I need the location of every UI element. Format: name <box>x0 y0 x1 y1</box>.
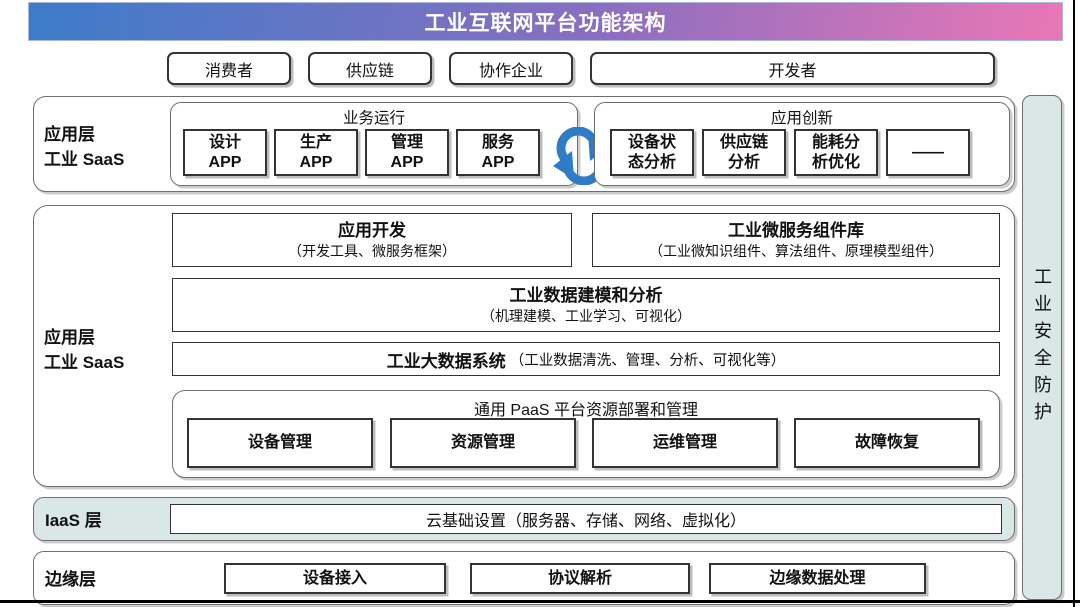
app-item-design-label: 设计 APP <box>209 133 242 172</box>
actor-label-partner-enterprise: 协作企业 <box>479 57 543 81</box>
paas-item-ops-management: 运维管理 <box>592 418 778 468</box>
box-big-data-subtitle: （工业数据清洗、管理、分析、可视化等） <box>510 349 786 370</box>
title-banner: 工业互联网平台功能架构 <box>28 2 1063 41</box>
box-data-modeling-subtitle: （机理建模、工业学习、可视化） <box>481 307 691 325</box>
layer-label-saas-top: 应用层 工业 SaaS <box>44 123 166 172</box>
innovation-item-placeholder-label: —— <box>912 143 944 163</box>
app-item-management: 管理 APP <box>365 129 449 176</box>
edge-item-device-access-label: 设备接入 <box>303 569 367 589</box>
group-title-business-run: 业务运行 <box>170 106 578 128</box>
innovation-item-supply-chain-analysis-label: 供应链 分析 <box>720 133 768 172</box>
edge-item-edge-data-processing: 边缘数据处理 <box>709 563 926 594</box>
box-data-modeling: 工业数据建模和分析 （机理建模、工业学习、可视化） <box>172 278 1000 332</box>
app-item-design: 设计 APP <box>183 129 267 176</box>
layer-label-saas-main: 应用层 工业 SaaS <box>44 326 166 375</box>
app-item-service: 服务 APP <box>456 129 540 176</box>
paas-item-resource-management: 资源管理 <box>390 418 576 468</box>
page-title: 工业互联网平台功能架构 <box>425 7 667 37</box>
group-title-app-innovation: 应用创新 <box>594 106 1010 128</box>
group-title-paas: 通用 PaaS 平台资源部署和管理 <box>172 396 1000 420</box>
edge-item-edge-data-processing-label: 边缘数据处理 <box>769 569 865 589</box>
box-data-modeling-title: 工业数据建模和分析 <box>510 285 663 306</box>
frame-right-line <box>1073 0 1075 607</box>
innovation-item-energy-optimization-label: 能耗分 析优化 <box>812 133 860 172</box>
innovation-item-energy-optimization: 能耗分 析优化 <box>794 129 878 176</box>
edge-item-device-access: 设备接入 <box>224 563 446 594</box>
box-app-dev-subtitle: （开发工具、微服务框架） <box>288 242 456 260</box>
innovation-item-equipment-status-label: 设备状 态分析 <box>628 133 676 172</box>
box-big-data-title: 工业大数据系统 <box>387 347 506 372</box>
actor-label-consumer: 消费者 <box>205 57 253 81</box>
paas-item-device-management-label: 设备管理 <box>248 433 312 453</box>
actor-label-supply-chain: 供应链 <box>346 57 394 81</box>
innovation-item-placeholder: —— <box>886 129 970 176</box>
app-item-production-label: 生产 APP <box>300 133 333 172</box>
box-cloud-infra: 云基础设置（服务器、存储、网络、虚拟化） <box>170 504 1002 534</box>
app-item-management-label: 管理 APP <box>391 133 424 172</box>
app-item-service-label: 服务 APP <box>482 133 515 172</box>
innovation-item-supply-chain-analysis: 供应链 分析 <box>702 129 786 176</box>
box-app-dev: 应用开发 （开发工具、微服务框架） <box>172 213 572 267</box>
paas-item-device-management: 设备管理 <box>187 418 373 468</box>
frame-bottom-line <box>0 600 1080 603</box>
security-bar-label: 工业安全防护 <box>1029 267 1055 429</box>
actor-box-consumer: 消费者 <box>167 52 291 85</box>
innovation-item-equipment-status: 设备状 态分析 <box>610 129 694 176</box>
paas-item-ops-management-label: 运维管理 <box>653 433 717 453</box>
paas-item-resource-management-label: 资源管理 <box>451 433 515 453</box>
security-bar: 工业安全防护 <box>1022 95 1062 600</box>
box-big-data: 工业大数据系统 （工业数据清洗、管理、分析、可视化等） <box>172 342 1000 376</box>
layer-label-edge: 边缘层 <box>45 568 96 593</box>
actor-label-developer: 开发者 <box>768 57 816 81</box>
app-item-production: 生产 APP <box>274 129 358 176</box>
box-microservice-lib-title: 工业微服务组件库 <box>728 220 864 241</box>
actor-box-supply-chain: 供应链 <box>308 52 432 85</box>
box-app-dev-title: 应用开发 <box>338 220 406 241</box>
box-cloud-infra-label: 云基础设置（服务器、存储、网络、虚拟化） <box>426 507 746 531</box>
layer-label-iaas: IaaS 层 <box>45 509 102 534</box>
box-microservice-lib-subtitle: （工业微知识组件、算法组件、原理模型组件） <box>649 242 943 260</box>
box-microservice-lib: 工业微服务组件库 （工业微知识组件、算法组件、原理模型组件） <box>592 213 1000 267</box>
actor-box-partner-enterprise: 协作企业 <box>449 52 573 85</box>
paas-item-fault-recovery: 故障恢复 <box>794 418 980 468</box>
edge-item-protocol-parsing-label: 协议解析 <box>548 569 612 589</box>
paas-item-fault-recovery-label: 故障恢复 <box>855 433 919 453</box>
actor-box-developer: 开发者 <box>590 52 995 85</box>
edge-item-protocol-parsing: 协议解析 <box>470 563 690 594</box>
